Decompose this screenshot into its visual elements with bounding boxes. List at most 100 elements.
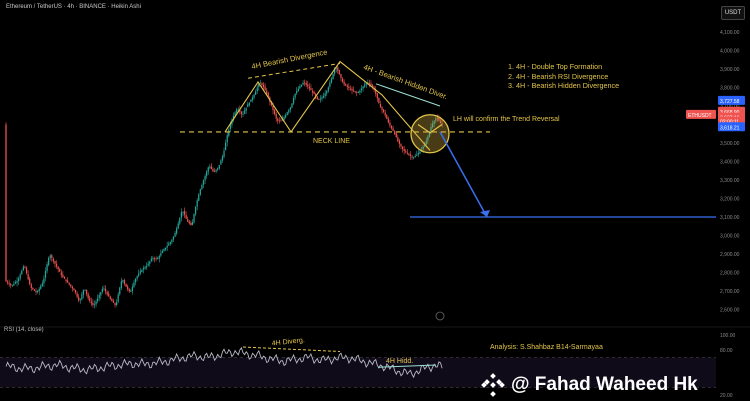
candle-body [217, 167, 219, 170]
candle-body [119, 287, 121, 295]
candle-body [95, 301, 97, 305]
candle-body [416, 154, 418, 156]
candle-body [176, 228, 178, 234]
candle-body [405, 151, 407, 153]
candle-body [161, 250, 164, 254]
highlight-circle [410, 114, 450, 154]
chart-root: 4,100.004,000.003,900.003,800.003,700.00… [0, 0, 750, 401]
candle-body [403, 148, 405, 151]
candle-body [261, 83, 263, 85]
candle-body [382, 109, 385, 112]
candle-body [368, 82, 371, 84]
candle-body [285, 114, 287, 118]
candle-body [70, 284, 72, 287]
candle-body [32, 287, 34, 290]
candle-body [237, 109, 239, 111]
candle-body [87, 293, 89, 299]
candle-body [341, 78, 344, 83]
rsi-label: RSI (14, close) [4, 327, 44, 333]
candle-body [262, 84, 265, 88]
candle-body [307, 84, 309, 87]
candle-body [188, 221, 190, 224]
binance-logo-icon [481, 373, 505, 397]
price-label-text: ETHUSDT [688, 113, 712, 119]
candle-body [191, 221, 194, 226]
candle-body [115, 302, 118, 306]
candle-body [6, 281, 9, 283]
candle-body [38, 288, 40, 292]
candle-body [180, 212, 183, 218]
price-tick-label: 2,800.00 [720, 271, 740, 277]
candle-body [376, 93, 378, 99]
candle-body [379, 104, 382, 108]
candle-body [142, 268, 145, 270]
price-tick-label: 3,000.00 [720, 234, 740, 240]
candle-body [74, 289, 77, 293]
candle-body [370, 83, 372, 86]
candle-body [120, 281, 122, 288]
candle-body [345, 83, 347, 86]
candle-body [327, 87, 329, 91]
candle-body [27, 273, 29, 280]
candle-body [337, 67, 339, 71]
candle-body [386, 115, 388, 119]
candle-body [18, 278, 20, 282]
candle-body [16, 280, 18, 283]
candle-body [104, 288, 107, 292]
candle-body [185, 215, 187, 219]
candle-body [264, 86, 266, 90]
candle-body [213, 171, 216, 172]
price-label-text: 3,727.58 [720, 99, 740, 105]
candle-body [14, 282, 17, 284]
candle-body [19, 274, 21, 279]
candle-body [292, 97, 295, 104]
candle-body [248, 102, 250, 106]
candle-body [141, 270, 143, 272]
notes-list: 1. 4H - Double Top Formation 2. 4H - Bea… [508, 62, 619, 91]
candle-body [177, 223, 179, 229]
candle-body [256, 87, 258, 92]
candle-body [128, 288, 130, 292]
candle-body [228, 129, 230, 136]
candle-body [52, 258, 55, 262]
candle-body [398, 140, 401, 144]
symbol-header: Ethereum / TetherUS · 4h · BINANCE · Hei… [6, 4, 141, 10]
price-tick-label: 2,700.00 [720, 289, 740, 295]
candle-body [63, 276, 66, 279]
candle-body [183, 210, 186, 215]
candle-body [164, 247, 167, 250]
candle-body [311, 90, 314, 93]
candle-body [35, 290, 37, 293]
price-tick-label: 2,900.00 [720, 252, 740, 258]
price-tick-label: 3,900.00 [720, 67, 740, 73]
candle-body [286, 112, 288, 115]
candle-body [207, 167, 209, 172]
candle-body [172, 236, 175, 240]
candle-body [163, 249, 165, 251]
candle-body [36, 291, 39, 292]
rsi-hidden-label: 4H Hidd. [386, 358, 413, 365]
candle-body [131, 286, 134, 292]
candle-body [321, 97, 323, 99]
candle-body [322, 95, 325, 98]
price-tick-label: 3,400.00 [720, 160, 740, 166]
currency-badge[interactable]: USDT [721, 6, 745, 20]
neckline-label: NECK LINE [313, 138, 350, 145]
candle-body [147, 263, 149, 266]
candle-body [378, 98, 380, 104]
candle-body [360, 88, 363, 91]
candle-body [392, 128, 394, 131]
candle-body [414, 155, 416, 158]
candle-body [106, 291, 108, 295]
candle-body [114, 303, 116, 305]
candle-body [55, 263, 58, 267]
candle-body [338, 70, 341, 75]
candle-body [245, 107, 247, 111]
candle-body [48, 257, 50, 265]
candle-body [92, 303, 94, 305]
candle-body [273, 109, 276, 115]
candle-body [109, 296, 111, 299]
candle-body [122, 280, 124, 282]
candle-body [297, 88, 299, 92]
candle-body [302, 82, 304, 85]
